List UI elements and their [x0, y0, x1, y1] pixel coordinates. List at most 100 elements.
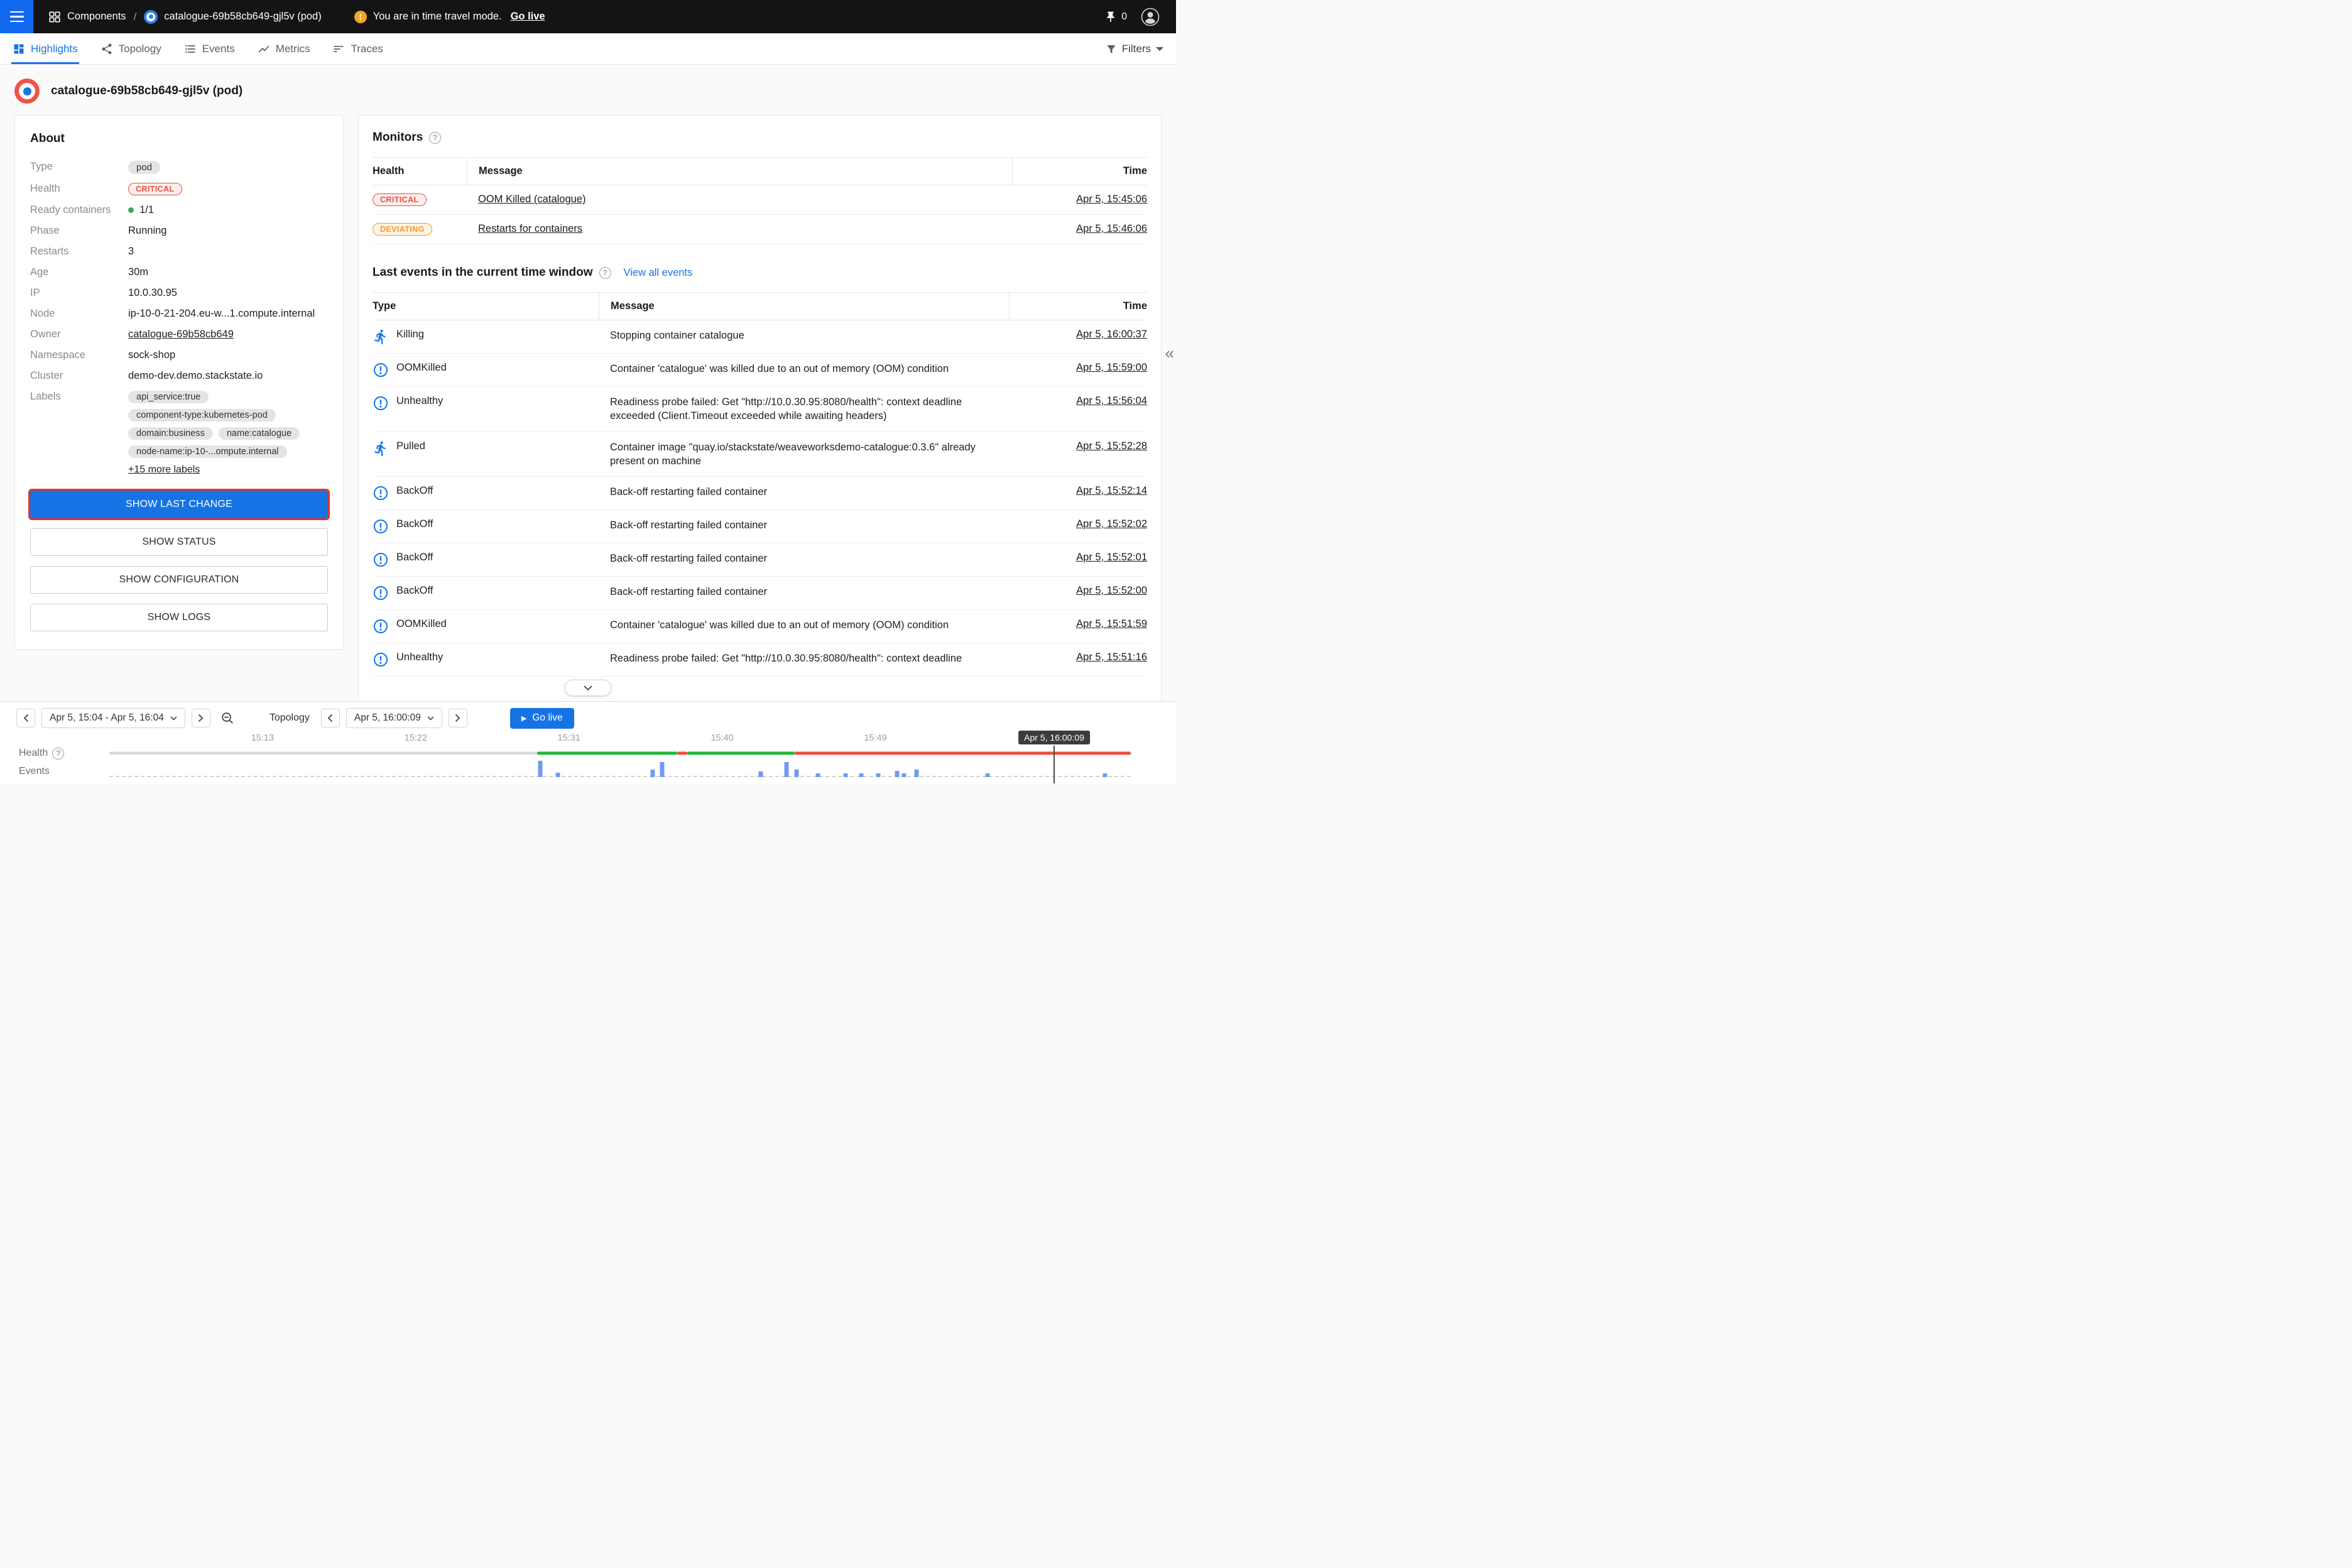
event-histogram-bar [555, 773, 560, 777]
filters-button[interactable]: Filters [1106, 33, 1163, 64]
event-time-link[interactable]: Apr 5, 15:52:14 [1076, 485, 1147, 496]
event-type-icon [373, 518, 389, 535]
monitor-time-link[interactable]: Apr 5, 15:46:06 [1076, 223, 1147, 234]
tab-traces[interactable]: Traces [332, 33, 383, 64]
event-type-label: OOMKilled [396, 362, 447, 374]
event-histogram-bar [795, 770, 799, 777]
events-title: Last events in the current time window [373, 266, 593, 280]
monitor-message-link[interactable]: Restarts for containers [478, 223, 582, 234]
events-help-icon[interactable]: ? [599, 267, 611, 279]
show-logs-button[interactable]: SHOW LOGS [30, 604, 328, 631]
pod-icon [144, 10, 158, 24]
chevron-left-icon [327, 714, 333, 722]
main-content: catalogue-69b58cb649-gjl5v (pod) About T… [0, 65, 1176, 701]
event-message: Back-off restarting failed container [599, 552, 1009, 565]
page-title: catalogue-69b58cb649-gjl5v (pod) [51, 84, 242, 98]
event-time-link[interactable]: Apr 5, 15:59:00 [1076, 362, 1147, 373]
breadcrumb-components[interactable]: Components [48, 11, 126, 23]
time-range-forward-button[interactable] [192, 709, 210, 727]
event-time-link[interactable]: Apr 5, 15:51:59 [1076, 618, 1147, 629]
field-ready-containers: Ready containers 1/1 [30, 204, 328, 216]
topology-icon [101, 43, 113, 55]
more-labels-link[interactable]: +15 more labels [128, 464, 200, 476]
pin-icon [1104, 11, 1117, 23]
event-time-link[interactable]: Apr 5, 15:52:02 [1076, 518, 1147, 530]
about-title: About [30, 132, 328, 146]
tab-events[interactable]: Events [184, 33, 235, 64]
event-histogram-bar [759, 771, 763, 777]
show-configuration-button[interactable]: SHOW CONFIGURATION [30, 566, 328, 594]
zoom-out-button[interactable] [219, 710, 236, 726]
event-type-icon [373, 362, 389, 378]
event-row[interactable]: Unhealthy Readiness probe failed: Get "h… [373, 643, 1147, 677]
topology-time-forward-button[interactable] [449, 709, 467, 727]
event-row[interactable]: Killing Stopping container catalogue Apr… [373, 320, 1147, 354]
time-range-back-button[interactable] [16, 709, 35, 727]
event-histogram-bar [844, 773, 848, 777]
monitor-message-link[interactable]: OOM Killed (catalogue) [478, 193, 586, 205]
monitor-row[interactable]: DEVIATING Restarts for containers Apr 5,… [373, 215, 1147, 244]
field-owner: Owner catalogue-69b58cb649 [30, 329, 328, 340]
chevron-down-icon [170, 716, 177, 721]
monitors-help-icon[interactable]: ? [429, 132, 441, 144]
go-live-button[interactable]: ▶ Go live [510, 708, 574, 729]
event-row[interactable]: BackOff Back-off restarting failed conta… [373, 510, 1147, 543]
chevron-down-icon [583, 685, 593, 691]
tab-topology[interactable]: Topology [101, 33, 161, 64]
topology-time-dropdown[interactable]: Apr 5, 16:00:09 [346, 708, 442, 728]
event-message: Readiness probe failed: Get "http://10.0… [599, 651, 1009, 665]
event-histogram-bar [538, 761, 543, 777]
label-badge: api_service:true [128, 391, 209, 403]
event-type-label: Killing [396, 329, 424, 340]
event-message: Back-off restarting failed container [599, 518, 1009, 532]
user-avatar[interactable] [1141, 8, 1160, 26]
event-time-link[interactable]: Apr 5, 15:51:16 [1076, 651, 1147, 663]
components-grid-icon [48, 11, 61, 23]
timeline-chart[interactable]: 15:1315:2215:3115:4015:49 Health ? Event… [0, 731, 1176, 783]
view-all-events-link[interactable]: View all events [624, 267, 693, 279]
event-time-link[interactable]: Apr 5, 15:52:01 [1076, 552, 1147, 563]
avatar-icon [1141, 8, 1160, 26]
menu-button[interactable] [0, 0, 33, 33]
field-phase: Phase Running [30, 225, 328, 237]
go-live-link[interactable]: Go live [511, 11, 545, 23]
event-type-label: OOMKilled [396, 618, 447, 630]
event-row[interactable]: Unhealthy Readiness probe failed: Get "h… [373, 387, 1147, 432]
show-status-button[interactable]: SHOW STATUS [30, 528, 328, 556]
chevron-left-icon [23, 714, 29, 722]
event-histogram-bar [785, 762, 789, 777]
tab-metrics[interactable]: Metrics [258, 33, 310, 64]
show-last-change-button[interactable]: SHOW LAST CHANGE [30, 491, 328, 518]
health-help-icon[interactable]: ? [52, 748, 64, 760]
event-row[interactable]: BackOff Back-off restarting failed conta… [373, 477, 1147, 510]
events-icon [184, 43, 197, 55]
collapse-right-panel-handle[interactable]: « [1165, 345, 1174, 361]
event-row[interactable]: BackOff Back-off restarting failed conta… [373, 543, 1147, 577]
event-histogram-bar [651, 770, 655, 777]
monitor-row[interactable]: CRITICAL OOM Killed (catalogue) Apr 5, 1… [373, 185, 1147, 215]
owner-link[interactable]: catalogue-69b58cb649 [128, 329, 234, 340]
event-time-link[interactable]: Apr 5, 15:56:04 [1076, 395, 1147, 406]
event-row[interactable]: BackOff Back-off restarting failed conta… [373, 577, 1147, 610]
event-time-link[interactable]: Apr 5, 15:52:00 [1076, 585, 1147, 596]
field-node: Node ip-10-0-21-204.eu-w...1.compute.int… [30, 308, 328, 320]
pin-button[interactable]: 0 [1104, 11, 1127, 23]
event-row[interactable]: Pulled Container image "quay.io/stacksta… [373, 432, 1147, 477]
timeline-tick-label: 15:40 [710, 733, 733, 743]
zoom-out-icon [220, 711, 234, 725]
event-row[interactable]: OOMKilled Container 'catalogue' was kill… [373, 610, 1147, 643]
event-time-link[interactable]: Apr 5, 15:52:28 [1076, 440, 1147, 452]
field-health: Health CRITICAL [30, 183, 328, 195]
event-histogram-bar [914, 770, 918, 777]
event-histogram-bar [660, 762, 664, 777]
event-type-icon [373, 618, 389, 634]
tab-highlights[interactable]: Highlights [13, 33, 78, 64]
expand-panel-button[interactable] [565, 680, 611, 696]
event-type-label: Unhealthy [396, 395, 443, 407]
breadcrumb-entity[interactable]: catalogue-69b58cb649-gjl5v (pod) [144, 10, 321, 24]
event-time-link[interactable]: Apr 5, 16:00:37 [1076, 329, 1147, 340]
time-range-dropdown[interactable]: Apr 5, 15:04 - Apr 5, 16:04 [41, 708, 185, 728]
monitor-time-link[interactable]: Apr 5, 15:45:06 [1076, 193, 1147, 205]
event-row[interactable]: OOMKilled Container 'catalogue' was kill… [373, 354, 1147, 387]
topology-time-back-button[interactable] [321, 709, 340, 727]
